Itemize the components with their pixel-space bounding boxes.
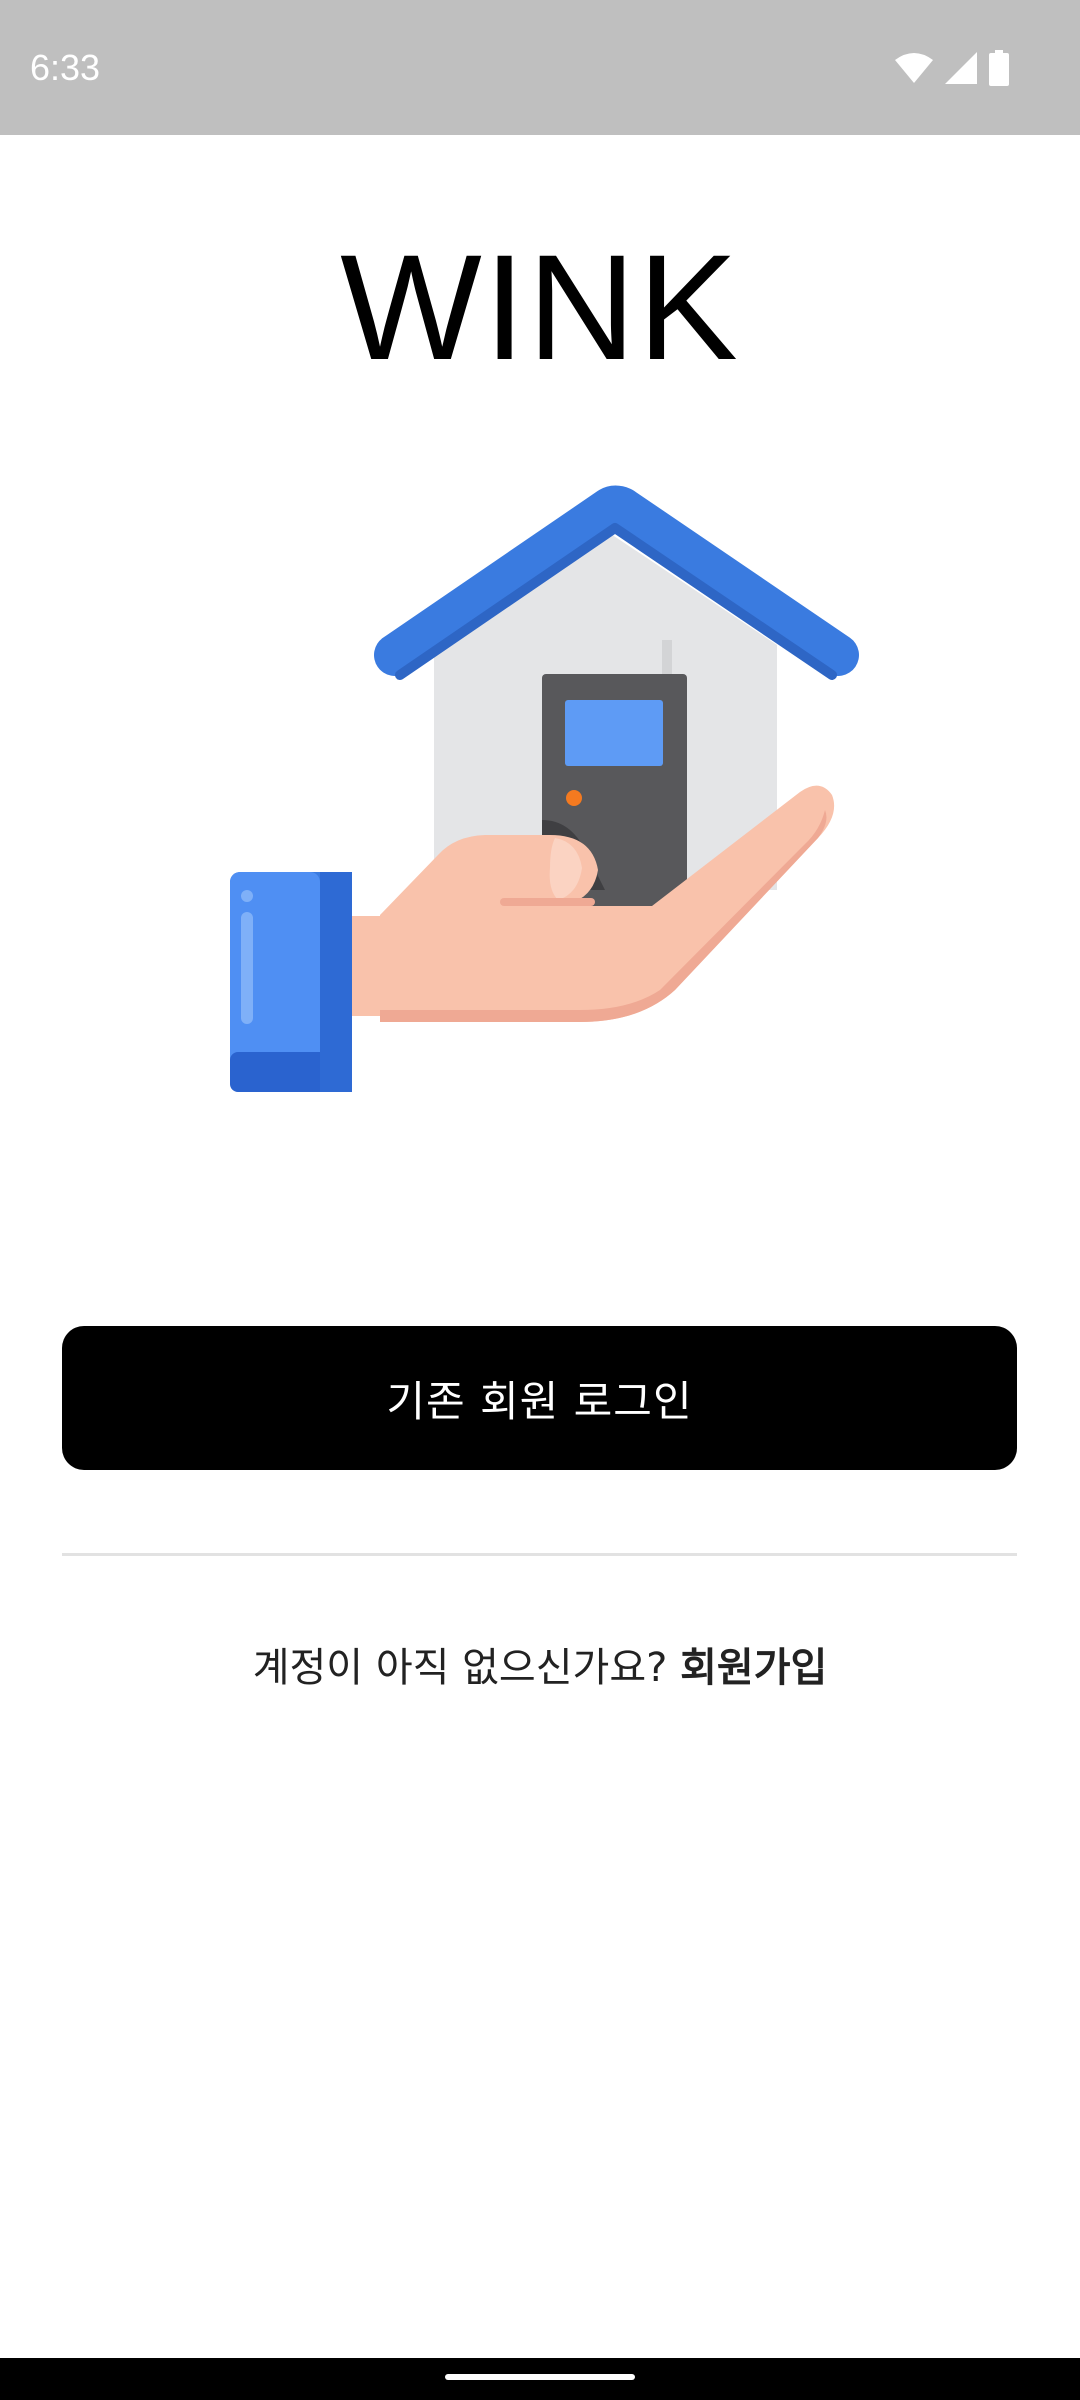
status-icons [894, 50, 1010, 86]
cellular-signal-icon [944, 51, 978, 85]
app-title: WINK [340, 223, 740, 391]
login-button[interactable]: 기존 회원 로그인 [62, 1326, 1017, 1470]
status-bar: 6:33 [0, 0, 1080, 135]
home-indicator[interactable] [445, 2374, 635, 2380]
wifi-icon [894, 52, 934, 84]
battery-icon [988, 50, 1010, 86]
signup-link[interactable]: 회원가입 [680, 1645, 827, 1691]
signup-prompt: 계정이 아직 없으신가요? [252, 1645, 668, 1691]
navigation-bar [0, 2358, 1080, 2400]
login-button-label: 기존 회원 로그인 [386, 1376, 693, 1426]
status-time: 6:33 [30, 47, 101, 88]
house-in-hand-icon [220, 470, 860, 1110]
signup-row: 계정이 아직 없으신가요? 회원가입 [0, 1640, 1080, 1696]
welcome-screen: 6:33 WINK 기존 회원 로그인 계정이 아직 없으신가요? 회원가입 [0, 0, 1080, 2400]
divider [62, 1553, 1017, 1556]
